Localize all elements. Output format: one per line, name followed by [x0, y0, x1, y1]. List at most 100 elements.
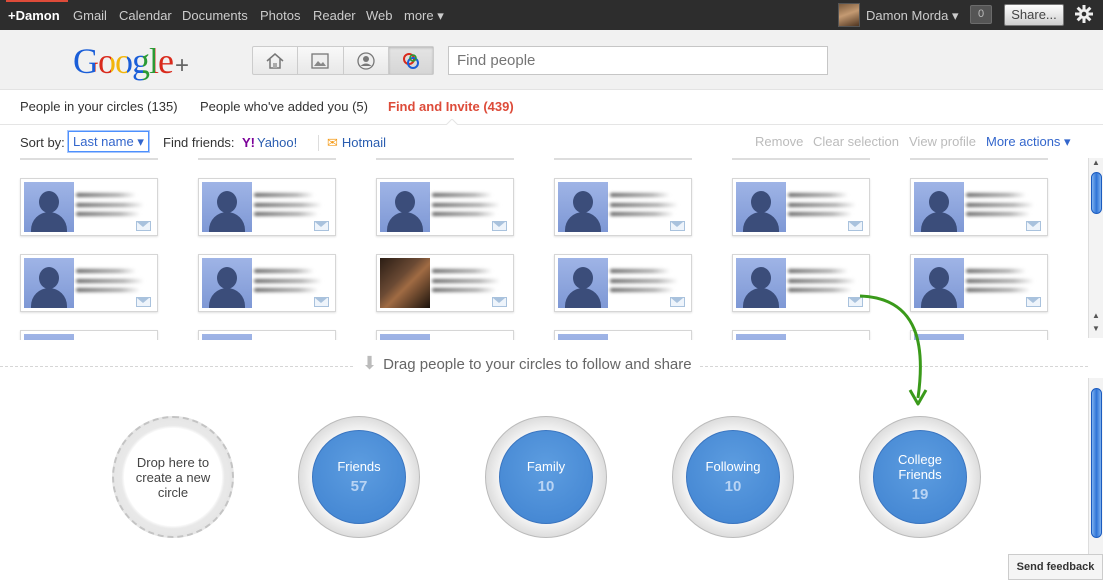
blurred-name	[788, 212, 852, 216]
person-card[interactable]	[198, 178, 336, 236]
person-card[interactable]	[376, 330, 514, 340]
blurred-name	[610, 212, 674, 216]
clear-selection-button[interactable]: Clear selection	[813, 134, 899, 149]
nav-link-gmail[interactable]: Gmail	[73, 8, 107, 23]
mail-icon	[1026, 297, 1041, 307]
mail-icon	[314, 297, 329, 307]
tab-people-in-circles[interactable]: People in your circles (135)	[20, 99, 178, 114]
person-card[interactable]	[20, 178, 158, 236]
person-photo	[24, 182, 74, 232]
people-grid-scrollbar[interactable]: ▲ ▲ ▼	[1088, 158, 1103, 338]
scroll-thumb[interactable]	[1091, 172, 1102, 214]
blurred-name	[610, 193, 670, 197]
person-card[interactable]	[910, 330, 1048, 340]
mail-icon	[670, 221, 685, 231]
person-card[interactable]	[20, 330, 158, 340]
circle-name: Family	[526, 459, 566, 474]
person-card[interactable]	[910, 254, 1048, 312]
mail-icon	[670, 297, 685, 307]
share-button[interactable]: Share...	[1004, 4, 1064, 26]
scroll-thumb[interactable]	[1091, 388, 1102, 538]
blurred-name	[76, 269, 136, 273]
nav-link-calendar[interactable]: Calendar	[119, 8, 172, 23]
circle-name: Following	[705, 459, 761, 474]
person-photo	[380, 182, 430, 232]
hotmail-link[interactable]: ✉ Hotmail	[318, 135, 386, 151]
header: Google+	[0, 30, 1103, 90]
circle-friends[interactable]: Friends 57	[298, 416, 420, 538]
scroll-down-icon[interactable]: ▼	[1092, 324, 1100, 333]
circle-following[interactable]: Following 10	[672, 416, 794, 538]
blurred-name	[76, 279, 144, 283]
photos-button[interactable]	[298, 47, 344, 74]
person-card[interactable]	[198, 330, 336, 340]
sort-dropdown[interactable]: Last name ▾	[68, 131, 149, 152]
send-feedback-button[interactable]: Send feedback	[1008, 554, 1103, 580]
view-profile-button[interactable]: View profile	[909, 134, 976, 149]
nav-link-reader[interactable]: Reader	[313, 8, 356, 23]
drag-hint: ⬇ Drag people to your circles to follow a…	[354, 353, 700, 374]
nav-link-documents[interactable]: Documents	[182, 8, 248, 23]
person-card[interactable]	[20, 254, 158, 312]
scroll-up-icon[interactable]: ▲	[1092, 311, 1100, 320]
new-circle-dropzone[interactable]: Drop here to create a new circle	[112, 416, 234, 538]
blurred-name	[788, 203, 856, 207]
nav-link-web[interactable]: Web	[366, 8, 393, 23]
blurred-name	[432, 279, 500, 283]
blurred-name	[432, 288, 496, 292]
logo-plus: +	[174, 52, 189, 79]
remove-button[interactable]: Remove	[755, 134, 803, 149]
blurred-name	[966, 193, 1026, 197]
circles-scrollbar[interactable]	[1088, 378, 1103, 554]
active-indicator	[6, 0, 68, 2]
person-card[interactable]	[910, 178, 1048, 236]
person-card[interactable]	[732, 178, 870, 236]
google-plus-logo[interactable]: Google+	[73, 40, 189, 82]
mail-icon	[136, 221, 151, 231]
column-divider	[554, 158, 692, 160]
person-card[interactable]	[554, 330, 692, 340]
notification-count[interactable]: 0	[970, 5, 992, 24]
blurred-name	[610, 288, 674, 292]
person-card[interactable]	[554, 254, 692, 312]
circles-button[interactable]	[388, 47, 433, 74]
circles-icon	[402, 52, 419, 69]
circle-count: 57	[350, 478, 368, 495]
profile-button[interactable]	[344, 47, 389, 74]
home-button[interactable]	[253, 47, 299, 74]
person-photo	[736, 182, 786, 232]
nav-link-photos[interactable]: Photos	[260, 8, 300, 23]
scroll-up-icon[interactable]: ▲	[1092, 158, 1100, 167]
blurred-name	[788, 279, 856, 283]
blurred-name	[966, 269, 1026, 273]
user-avatar[interactable]	[838, 3, 860, 27]
user-name-menu[interactable]: Damon Morda ▾	[866, 8, 959, 24]
more-actions-menu[interactable]: More actions ▾	[986, 134, 1071, 150]
tab-find-and-invite[interactable]: Find and Invite (439)	[388, 99, 514, 114]
person-card[interactable]	[554, 178, 692, 236]
mail-icon	[136, 297, 151, 307]
nav-link-profile[interactable]: +Damon	[8, 8, 60, 23]
mail-icon	[492, 221, 507, 231]
person-photo	[202, 334, 252, 340]
gear-icon[interactable]	[1074, 4, 1094, 24]
person-card[interactable]	[198, 254, 336, 312]
blurred-name	[966, 212, 1030, 216]
tab-people-added-you[interactable]: People who've added you (5)	[200, 99, 368, 114]
blurred-name	[76, 203, 144, 207]
blurred-name	[610, 279, 678, 283]
circle-count: 10	[724, 478, 742, 495]
person-photo	[380, 258, 430, 308]
person-card[interactable]	[376, 178, 514, 236]
person-photo	[202, 258, 252, 308]
nav-link-more[interactable]: more ▾	[404, 8, 444, 24]
circle-family[interactable]: Family 10	[485, 416, 607, 538]
find-people-search-input[interactable]	[448, 46, 828, 75]
yahoo-link[interactable]: Y! Yahoo!	[242, 135, 297, 150]
blurred-name	[76, 288, 140, 292]
new-circle-label: Drop here to create a new circle	[124, 428, 222, 526]
person-card[interactable]	[376, 254, 514, 312]
down-arrow-icon: ⬇	[362, 353, 378, 373]
circle-college-friends[interactable]: College Friends 19	[859, 416, 981, 538]
circle-tabs: People in your circles (135) People who'…	[0, 91, 1103, 125]
